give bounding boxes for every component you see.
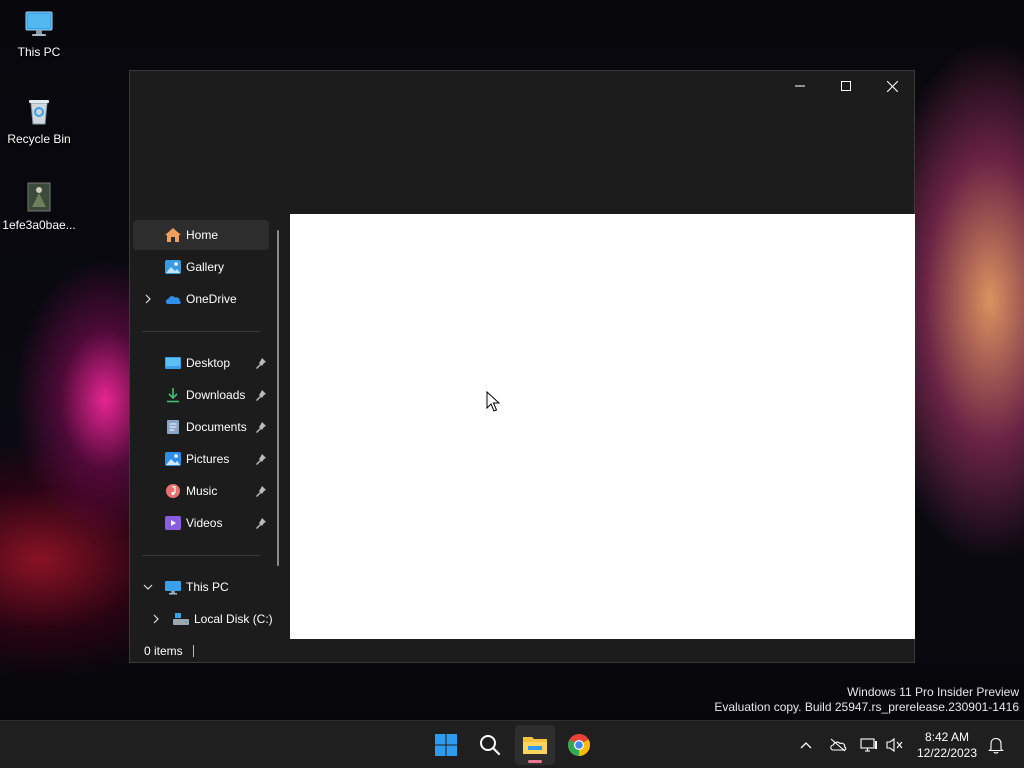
nav-divider — [142, 331, 260, 332]
documents-icon — [167, 420, 179, 434]
pictures-icon — [165, 452, 181, 466]
nav-item-downloads[interactable]: Downloads — [133, 380, 269, 410]
evaluation-watermark: Windows 11 Pro Insider Preview Evaluatio… — [714, 685, 1019, 715]
nav-item-label: Local Disk (C:) — [194, 612, 273, 626]
nav-item-documents[interactable]: Documents — [133, 412, 269, 442]
maximize-icon — [841, 81, 851, 91]
home-icon — [165, 228, 181, 242]
nav-item-videos[interactable]: Videos — [133, 508, 269, 538]
maximize-button[interactable] — [823, 71, 869, 101]
minimize-icon — [795, 85, 805, 87]
mouse-cursor-icon — [486, 391, 500, 412]
nav-item-label: Gallery — [186, 260, 225, 274]
nav-item-label: Downloads — [186, 388, 246, 402]
pin-icon[interactable] — [255, 389, 267, 401]
nav-item-gallery[interactable]: Gallery — [133, 252, 269, 282]
desktop-icon-this-pc[interactable]: This PC — [2, 8, 76, 59]
nav-item-label: Home — [186, 228, 219, 242]
monitor-icon — [165, 581, 181, 595]
nav-item-local-disk[interactable]: Local Disk (C:) — [133, 604, 273, 634]
chrome-icon — [568, 734, 590, 756]
status-divider — [192, 645, 194, 657]
file-explorer-window: Home Gallery OneDrive Desktop Downloads — [129, 70, 915, 663]
volume-tray-button[interactable] — [885, 735, 905, 755]
content-area[interactable] — [290, 214, 915, 639]
download-icon — [167, 388, 179, 403]
watermark-line-1: Windows 11 Pro Insider Preview — [847, 685, 1019, 699]
nav-item-label: This PC — [186, 580, 229, 594]
nav-item-music[interactable]: Music — [133, 476, 269, 506]
nav-item-label: Documents — [186, 420, 247, 434]
desktop-icon-label: Recycle Bin — [7, 132, 71, 146]
desktop-icon-label: 1efe3a0bae... — [2, 218, 76, 232]
network-icon — [860, 738, 877, 752]
search-icon — [480, 735, 501, 756]
nav-item-label: Music — [186, 484, 218, 498]
chevron-right-icon[interactable] — [143, 294, 153, 304]
pin-icon[interactable] — [255, 421, 267, 433]
start-icon — [435, 734, 457, 756]
close-button[interactable] — [869, 71, 915, 101]
videos-icon — [165, 516, 181, 530]
recycle-bin-icon — [29, 100, 49, 125]
item-count: 0 items — [144, 644, 183, 658]
search-button[interactable] — [470, 725, 510, 765]
watermark-line-2: Evaluation copy. Build 25947.rs_prerelea… — [714, 700, 1019, 714]
nav-item-label: Videos — [186, 516, 223, 530]
onedrive-tray-button[interactable] — [828, 735, 848, 755]
monitor-icon — [25, 11, 53, 36]
pin-icon[interactable] — [255, 485, 267, 497]
clock-date: 12/22/2023 — [916, 746, 978, 760]
volume-muted-icon — [886, 737, 903, 753]
taskbar-clock[interactable]: 8:42 AM 12/22/2023 — [912, 729, 982, 761]
network-tray-button[interactable] — [859, 735, 879, 755]
chevron-right-icon[interactable] — [151, 614, 161, 624]
chevron-down-icon[interactable] — [143, 582, 153, 592]
desktop-icon-image-file[interactable]: 1efe3a0bae... — [2, 181, 76, 232]
nav-item-desktop[interactable]: Desktop — [133, 348, 269, 378]
close-icon — [886, 80, 898, 92]
minimize-button[interactable] — [777, 71, 823, 101]
nav-scrollbar[interactable] — [277, 230, 279, 566]
nav-divider — [142, 555, 260, 556]
desktop-icon-recycle-bin[interactable]: Recycle Bin — [2, 95, 76, 146]
nav-item-label: Pictures — [186, 452, 230, 466]
nav-item-home[interactable]: Home — [133, 220, 269, 250]
taskbar: 8:42 AM 12/22/2023 — [0, 720, 1024, 768]
chrome-taskbar-button[interactable] — [559, 725, 599, 765]
active-app-indicator — [528, 760, 542, 763]
desktop-icon-label: This PC — [17, 45, 61, 59]
cloud-icon — [165, 296, 181, 304]
file-explorer-icon — [523, 737, 547, 754]
music-icon — [166, 484, 180, 498]
nav-item-label: Desktop — [186, 356, 231, 370]
pin-icon[interactable] — [255, 517, 267, 529]
show-hidden-icons-button[interactable] — [796, 735, 816, 755]
pin-icon[interactable] — [255, 357, 267, 369]
notifications-button[interactable] — [986, 735, 1006, 755]
gallery-icon — [165, 260, 181, 274]
status-bar: 0 items — [130, 639, 914, 663]
nav-item-onedrive[interactable]: OneDrive — [133, 284, 269, 314]
drive-icon — [173, 613, 189, 625]
file-explorer-taskbar-button[interactable] — [515, 725, 555, 765]
navigation-pane: Home Gallery OneDrive Desktop Downloads — [130, 214, 290, 639]
chevron-up-icon — [800, 742, 812, 749]
image-file-icon — [27, 182, 51, 212]
nav-item-this-pc[interactable]: This PC — [133, 572, 269, 602]
desktop-folder-icon — [165, 357, 181, 369]
onedrive-offline-icon — [830, 738, 847, 752]
nav-item-pictures[interactable]: Pictures — [133, 444, 269, 474]
title-bar[interactable] — [130, 71, 914, 101]
nav-item-label: OneDrive — [186, 292, 237, 306]
notification-bell-icon — [988, 737, 1004, 754]
pin-icon[interactable] — [255, 453, 267, 465]
start-button[interactable] — [426, 725, 466, 765]
clock-time: 8:42 AM — [924, 730, 970, 744]
